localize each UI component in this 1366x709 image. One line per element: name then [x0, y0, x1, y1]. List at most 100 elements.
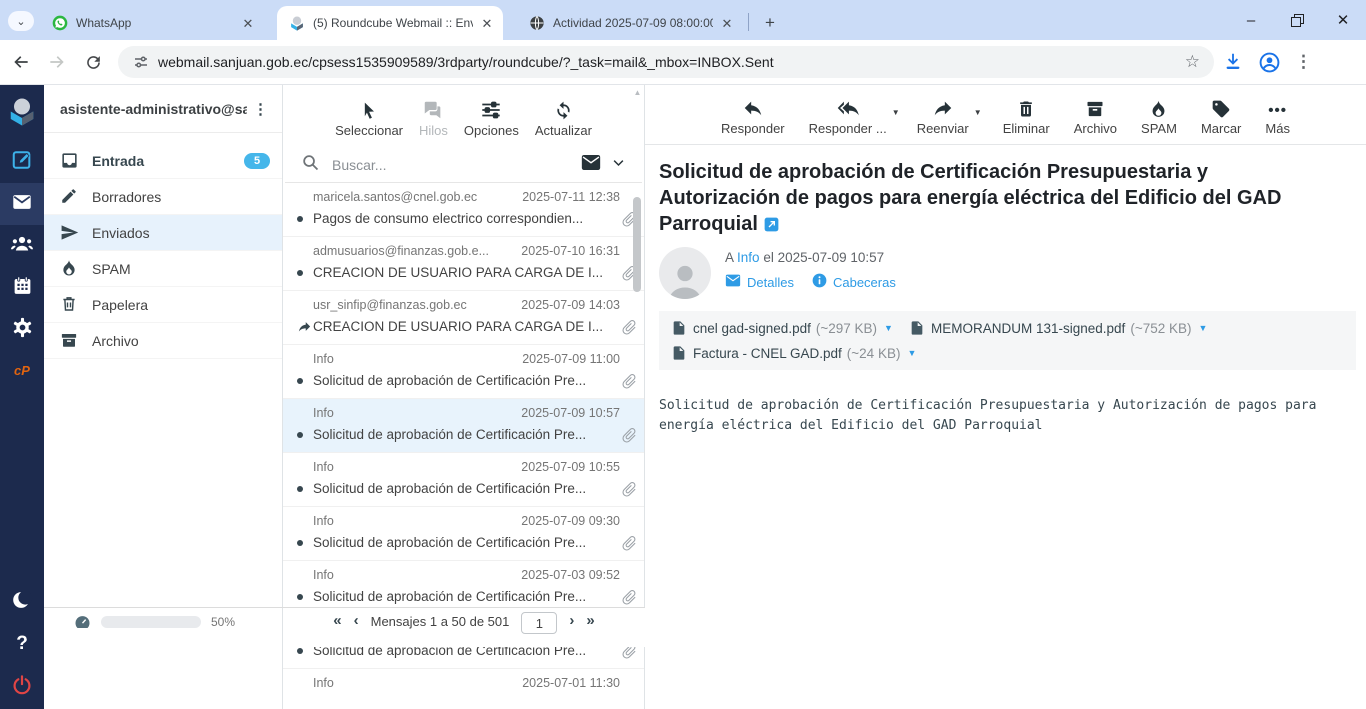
downloads-icon[interactable]: [1222, 51, 1244, 73]
unread-dot-icon: [297, 540, 313, 546]
last-page-button[interactable]: »: [586, 612, 594, 630]
window-minimize-button[interactable]: –: [1228, 0, 1274, 40]
help-button[interactable]: ?: [0, 623, 44, 665]
headers-link[interactable]: Cabeceras: [812, 273, 896, 291]
prev-page-button[interactable]: ‹: [354, 612, 359, 630]
contacts-nav-button[interactable]: [0, 225, 44, 267]
back-button[interactable]: [6, 47, 36, 77]
reply-button[interactable]: Responder: [721, 95, 785, 136]
options-button[interactable]: Opciones: [464, 97, 519, 138]
search-input[interactable]: [330, 156, 581, 174]
message-date: 2025-07-10 16:31: [521, 244, 620, 258]
search-bar: [285, 147, 642, 183]
attachment-item[interactable]: MEMORANDUM 131-signed.pdf (~752 KB) ▼: [909, 320, 1344, 336]
settings-nav-button[interactable]: [0, 309, 44, 351]
attachment-menu-caret-icon[interactable]: ▼: [907, 348, 916, 358]
message-sender: Info: [313, 514, 334, 528]
message-list-item[interactable]: Info 2025-07-09 09:30 Solicitud de aprob…: [283, 507, 644, 561]
reading-pane: Responder Responder ... ▼ Reenviar ▼ Eli…: [645, 85, 1366, 709]
url-text[interactable]: webmail.sanjuan.gob.ec/cpsess1535909589/…: [158, 54, 1185, 70]
first-page-button[interactable]: «: [333, 612, 341, 630]
message-list-item[interactable]: Info 2025-07-09 11:00 Solicitud de aprob…: [283, 345, 644, 399]
forward-button-mail[interactable]: Reenviar ▼: [917, 95, 969, 136]
message-date: 2025-07-03 09:52: [521, 568, 620, 582]
profile-icon[interactable]: [1258, 51, 1281, 74]
tab-roundcube[interactable]: (5) Roundcube Webmail :: Envia ✕: [277, 6, 503, 40]
account-name: asistente-administrativo@sa...: [60, 101, 247, 117]
folder-item-entrada[interactable]: Entrada 5: [44, 143, 282, 179]
attachment-menu-caret-icon[interactable]: ▼: [1199, 323, 1208, 333]
reload-button[interactable]: [78, 47, 108, 77]
forward-caret-icon[interactable]: ▼: [974, 108, 982, 117]
search-options-chevron-icon[interactable]: [611, 155, 626, 175]
select-button[interactable]: Seleccionar: [335, 97, 403, 138]
quota-percent: 50%: [211, 615, 235, 629]
message-list-item[interactable]: Info 2025-07-09 10:57 Solicitud de aprob…: [283, 399, 644, 453]
folder-item-enviados[interactable]: Enviados: [44, 215, 282, 251]
drafts-icon: [60, 187, 79, 206]
message-list-item[interactable]: maricela.santos@cnel.gob.ec 2025-07-11 1…: [283, 183, 644, 237]
tab-actividad[interactable]: Actividad 2025-07-09 08:00:00 ✕: [517, 6, 743, 40]
tab-close-icon[interactable]: ✕: [719, 15, 735, 31]
message-list-item[interactable]: Info 2025-07-01 11:30: [283, 669, 644, 709]
message-subject-title: Solicitud de aprobación de Certificación…: [645, 145, 1366, 237]
window-restore-button[interactable]: [1274, 0, 1320, 40]
refresh-icon: [553, 97, 574, 121]
address-bar[interactable]: webmail.sanjuan.gob.ec/cpsess1535909589/…: [118, 46, 1214, 78]
tab-title: Actividad 2025-07-09 08:00:00: [553, 16, 713, 30]
folder-item-borradores[interactable]: Borradores: [44, 179, 282, 215]
message-date: el 2025-07-09 10:57: [763, 250, 884, 265]
refresh-button[interactable]: Actualizar: [535, 97, 592, 138]
unread-dot-icon: [297, 378, 313, 384]
delete-button[interactable]: Eliminar: [1003, 95, 1050, 136]
account-menu-icon[interactable]: ⋮: [247, 100, 274, 118]
spam-button[interactable]: SPAM: [1141, 95, 1177, 136]
tab-whatsapp[interactable]: WhatsApp ✕: [40, 6, 264, 40]
folder-item-spam[interactable]: SPAM: [44, 251, 282, 287]
compose-button[interactable]: [0, 141, 44, 183]
folder-item-papelera[interactable]: Papelera: [44, 287, 282, 323]
cpanel-button[interactable]: cP: [0, 351, 44, 389]
open-in-new-window-icon[interactable]: [764, 213, 779, 228]
mark-button[interactable]: Marcar: [1201, 95, 1241, 136]
attachment-menu-caret-icon[interactable]: ▼: [884, 323, 893, 333]
dark-mode-moon-icon[interactable]: [0, 581, 44, 623]
recipient-link[interactable]: Info: [737, 250, 760, 265]
logout-power-button[interactable]: [0, 665, 44, 709]
attachment-item[interactable]: Factura - CNEL GAD.pdf (~24 KB) ▼: [671, 345, 909, 361]
chrome-menu-icon[interactable]: ⋮: [1295, 52, 1312, 72]
forward-button[interactable]: [42, 47, 72, 77]
calendar-nav-button[interactable]: [0, 267, 44, 309]
tab-close-icon[interactable]: ✕: [479, 15, 495, 31]
reply-all-button[interactable]: Responder ... ▼: [809, 95, 887, 136]
search-icon[interactable]: [301, 153, 320, 177]
archive-button[interactable]: Archivo: [1074, 95, 1117, 136]
details-link[interactable]: Detalles: [725, 274, 794, 290]
new-tab-button[interactable]: +: [757, 10, 783, 36]
folder-item-archivo[interactable]: Archivo: [44, 323, 282, 359]
message-subject: Solicitud de aprobación de Certificación…: [313, 427, 620, 442]
page-input[interactable]: [521, 612, 557, 634]
bookmark-star-icon[interactable]: ☆: [1185, 52, 1200, 72]
scroll-up-icon[interactable]: ▲: [633, 88, 642, 97]
scrollbar-thumb[interactable]: [633, 197, 641, 292]
tab-list-chevron[interactable]: ⌄: [8, 11, 34, 31]
more-dots-icon: •••: [1268, 95, 1287, 119]
tab-close-icon[interactable]: ✕: [240, 15, 256, 31]
message-list-item[interactable]: Info 2025-07-09 10:55 Solicitud de aprob…: [283, 453, 644, 507]
window-close-button[interactable]: ✕: [1320, 0, 1366, 40]
site-info-icon[interactable]: [132, 53, 150, 71]
quota-indicator: 50%: [44, 608, 283, 647]
message-list-item[interactable]: admusuarios@finanzas.gob.e... 2025-07-10…: [283, 237, 644, 291]
tab-title: (5) Roundcube Webmail :: Envia: [313, 16, 473, 30]
mail-nav-button[interactable]: [0, 183, 44, 225]
attachment-item[interactable]: cnel gad-signed.pdf (~297 KB) ▼: [671, 320, 909, 336]
unread-dot-icon: [297, 594, 313, 600]
search-scope-mail-icon[interactable]: [581, 154, 601, 176]
message-list-item[interactable]: usr_sinfip@finanzas.gob.ec 2025-07-09 14…: [283, 291, 644, 345]
threads-button[interactable]: Hilos: [419, 97, 448, 138]
more-button[interactable]: ••• Más: [1265, 95, 1290, 136]
message-date: 2025-07-09 09:30: [521, 514, 620, 528]
next-page-button[interactable]: ›: [569, 612, 574, 630]
reply-all-caret-icon[interactable]: ▼: [892, 108, 900, 117]
